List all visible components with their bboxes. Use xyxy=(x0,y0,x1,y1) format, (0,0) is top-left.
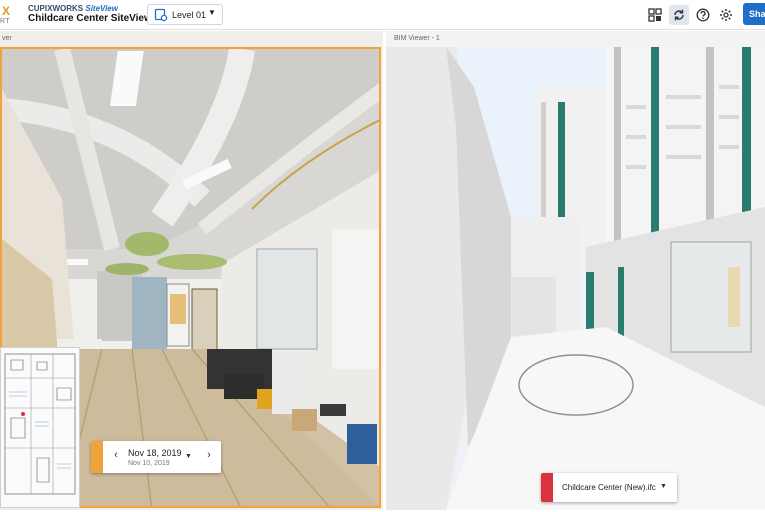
level-label: Level 01 xyxy=(172,10,207,20)
current-capture-date: Nov 18, 2019 xyxy=(128,448,182,458)
level-pin-icon xyxy=(154,8,168,27)
model-name: Childcare Center (New).ifc xyxy=(562,483,656,492)
sync-view-button[interactable] xyxy=(669,5,689,25)
help-button[interactable] xyxy=(693,5,713,25)
settings-button[interactable] xyxy=(716,5,736,25)
capture-date-navigator: ‹ Nov 18, 2019 Nov 10, 2019 ▼ › xyxy=(91,441,221,473)
logo-subtext: RT xyxy=(0,18,11,25)
photo-viewer-title: ver xyxy=(2,35,12,42)
layers-button[interactable] xyxy=(645,5,665,25)
sync-icon xyxy=(674,9,684,21)
top-bar: X RT CUPIXWORKS SiteView Childcare Cente… xyxy=(0,0,765,30)
caret-down-icon: ▼ xyxy=(660,483,667,490)
share-button[interactable]: Share xyxy=(743,3,765,25)
bim-viewer-title: BIM Viewer - 1 xyxy=(394,35,440,42)
help-icon xyxy=(696,8,710,22)
brand-name: CUPIXWORKS SiteView xyxy=(28,4,118,13)
level-select[interactable]: Level 01 ▼ xyxy=(147,4,223,25)
layers-icon xyxy=(648,8,662,22)
floor-plan-image xyxy=(4,353,76,495)
chevron-right-icon[interactable]: › xyxy=(202,449,216,465)
model-selector[interactable]: Childcare Center (New).ifc ▼ xyxy=(541,473,677,502)
chevron-left-icon[interactable]: ‹ xyxy=(109,449,123,465)
model-accent-bar xyxy=(541,473,553,502)
caret-down-icon: ▼ xyxy=(208,8,216,17)
bim-3d-view[interactable] xyxy=(386,47,765,510)
brand-main: CUPIXWORKS xyxy=(28,4,84,13)
bim-model-render xyxy=(386,47,765,510)
logo[interactable]: X RT xyxy=(0,3,14,29)
floor-plan-minimap[interactable] xyxy=(0,347,80,508)
bim-viewer-pane: BIM Viewer - 1 xyxy=(386,31,765,510)
project-title: Childcare Center SiteView xyxy=(28,13,152,24)
compare-capture-date: Nov 10, 2019 xyxy=(128,460,170,467)
brand-sub: SiteView xyxy=(85,4,118,13)
date-dropdown-caret-icon[interactable]: ▼ xyxy=(185,453,192,460)
logo-letter: X xyxy=(2,4,11,18)
date-accent-bar xyxy=(91,441,103,473)
settings-icon xyxy=(720,9,732,21)
